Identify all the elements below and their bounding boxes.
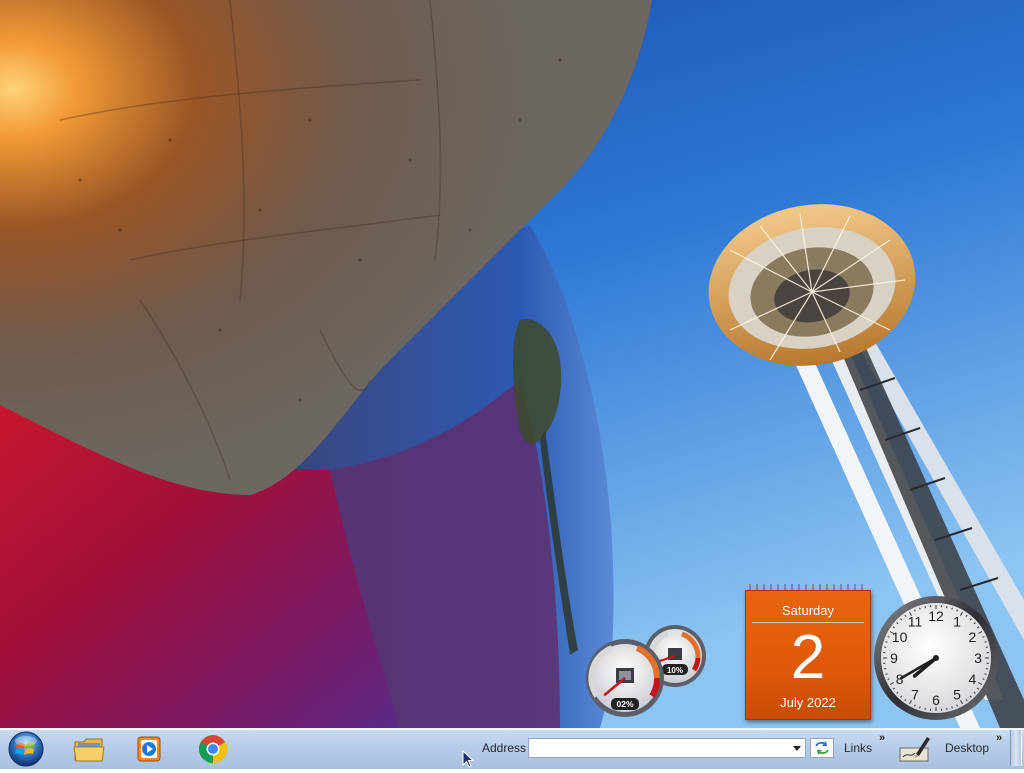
desktop[interactable]: 10% 02% Saturday — [0, 0, 1024, 728]
taskbar-item-media-player[interactable] — [122, 731, 176, 767]
desktop-toolbar-label[interactable]: Desktop — [945, 741, 989, 755]
clock-number: 9 — [890, 650, 898, 666]
folder-icon — [72, 734, 106, 764]
clock-number: 8 — [896, 671, 904, 687]
address-go-button[interactable] — [810, 738, 834, 758]
calendar-weekday: Saturday — [746, 603, 870, 618]
taskbar-item-chrome[interactable] — [186, 731, 240, 767]
memory-percent-label: 10% — [667, 666, 683, 675]
mouse-cursor-icon — [462, 750, 476, 768]
clock-tick — [985, 674, 987, 675]
media-player-icon — [134, 734, 164, 764]
clock-number: 2 — [969, 629, 977, 645]
taskbar-item-explorer[interactable] — [62, 731, 116, 767]
clock-tick — [920, 707, 921, 709]
links-toolbar-label[interactable]: Links — [844, 741, 872, 755]
start-button[interactable] — [4, 730, 48, 768]
address-dropdown-button[interactable] — [789, 739, 805, 757]
pen-tablet-icon — [898, 734, 932, 764]
taskbar: Address Links » Desktop » — [0, 728, 1024, 769]
clock-number: 12 — [928, 608, 944, 624]
windows-start-orb-icon — [4, 730, 48, 768]
clock-number: 11 — [908, 614, 923, 630]
calendar-month-year: July 2022 — [746, 695, 870, 710]
clock-tick — [886, 674, 888, 675]
calendar-day: 2 — [746, 623, 870, 693]
desktop-chevron-button[interactable]: » — [996, 732, 1000, 744]
clock-tick — [985, 642, 987, 643]
cpu-meter-gadget[interactable]: 10% 02% — [582, 624, 710, 720]
clock-tick — [952, 707, 953, 709]
address-input[interactable] — [531, 740, 787, 756]
cpu-percent-label: 02% — [616, 699, 633, 709]
show-desktop-button[interactable] — [1010, 730, 1022, 766]
chevron-down-icon — [793, 746, 801, 751]
clock-number: 7 — [911, 686, 919, 702]
clock-number: 3 — [974, 650, 982, 666]
clock-tick — [952, 608, 953, 610]
calendar-page: Saturday 2 July 2022 — [745, 590, 871, 720]
desktop-toolbar-icon-button[interactable] — [898, 734, 932, 764]
address-toolbar-label: Address — [482, 741, 526, 755]
chrome-icon — [197, 733, 229, 765]
links-chevron-button[interactable]: » — [879, 732, 883, 744]
clock-number: 4 — [969, 671, 977, 687]
clock-gadget[interactable]: 12 12 3 45678 9 1011 — [872, 594, 1000, 722]
clock-tick — [920, 608, 921, 610]
address-box[interactable] — [528, 738, 806, 758]
clock-number: 5 — [953, 686, 961, 702]
clock-number: 6 — [932, 692, 940, 708]
clock-number: 10 — [892, 629, 908, 645]
go-refresh-icon — [814, 741, 830, 755]
calendar-gadget[interactable]: Saturday 2 July 2022 — [744, 582, 871, 720]
clock-number: 1 — [953, 614, 961, 630]
clock-tick — [886, 642, 888, 643]
